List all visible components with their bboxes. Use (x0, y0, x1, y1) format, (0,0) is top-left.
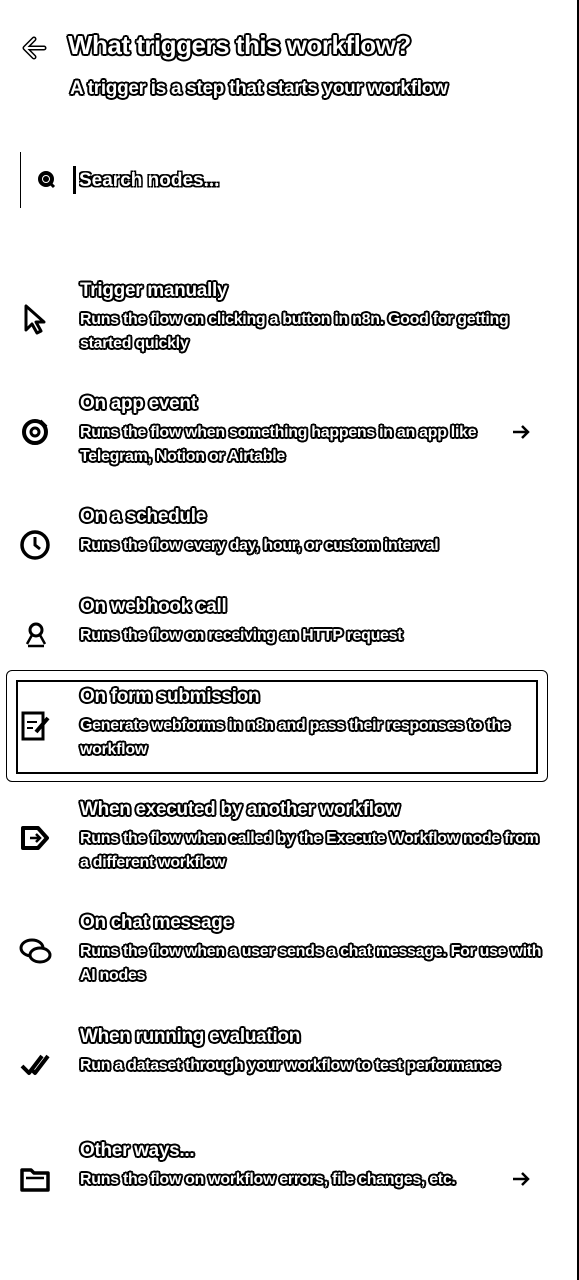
trigger-description: Runs the flow when a user sends a chat m… (80, 943, 542, 984)
check-double-icon (20, 1054, 50, 1075)
search-input[interactable] (77, 162, 481, 200)
cursor-icon (24, 304, 46, 335)
form-icon (21, 711, 50, 741)
trigger-description: Runs the flow on receiving an HTTP reque… (80, 627, 403, 644)
app-event-icon (22, 419, 48, 445)
chat-icon (19, 938, 52, 964)
trigger-description: Runs the flow every day, hour, or custom… (80, 537, 439, 554)
arrow-right-icon (513, 425, 530, 439)
trigger-item-on-webhook-call[interactable]: On webhook call Runs the flow on receivi… (8, 596, 544, 686)
page-title: What triggers this workflow? (68, 30, 411, 60)
clock-icon (20, 530, 50, 560)
trigger-title: On chat message (80, 912, 233, 933)
page-subtitle: A trigger is a step that starts your wor… (70, 78, 448, 99)
trigger-description: Runs the flow when something happens in … (80, 424, 477, 465)
trigger-item-on-chat-message[interactable]: On chat message Runs the flow when a use… (8, 912, 544, 1002)
trigger-title: Trigger manually (80, 280, 228, 301)
text-caret (73, 166, 76, 194)
folder-icon (20, 1168, 50, 1192)
arrow-right-icon (513, 1172, 530, 1186)
trigger-description: Run a dataset through your workflow to t… (80, 1057, 500, 1074)
trigger-description: Generate webforms in n8n and pass their … (80, 717, 510, 758)
trigger-item-when-executed-by-another-workflow[interactable]: When executed by another workflow Runs t… (8, 799, 544, 889)
trigger-item-other-ways[interactable]: Other ways... Runs the flow on workflow … (8, 1140, 544, 1230)
search-icon (38, 171, 56, 189)
trigger-item-when-running-evaluation[interactable]: When running evaluation Run a dataset th… (8, 1026, 544, 1116)
trigger-item-trigger-manually[interactable]: Trigger manually Runs the flow on clicki… (8, 280, 544, 370)
trigger-item-on-a-schedule[interactable]: On a schedule Runs the flow every day, h… (8, 506, 544, 596)
search-box[interactable] (20, 152, 545, 208)
trigger-title: When running evaluation (80, 1026, 301, 1047)
trigger-item-on-form-submission[interactable]: On form submission Generate webforms in … (8, 686, 544, 776)
execute-workflow-icon (21, 826, 49, 850)
trigger-title: On webhook call (80, 596, 227, 617)
trigger-item-on-app-event[interactable]: On app event Runs the flow when somethin… (8, 393, 544, 483)
trigger-description: Runs the flow when called by the Execute… (80, 830, 539, 871)
trigger-title: On form submission (80, 686, 260, 707)
back-arrow-icon[interactable] (20, 34, 48, 62)
trigger-title: On app event (80, 393, 197, 414)
trigger-description: Runs the flow on clicking a button in n8… (80, 311, 509, 352)
trigger-title: On a schedule (80, 506, 206, 527)
webhook-icon (25, 622, 47, 648)
trigger-title: When executed by another workflow (80, 799, 400, 820)
trigger-title: Other ways... (80, 1140, 195, 1161)
trigger-description: Runs the flow on workflow errors, file c… (80, 1171, 456, 1188)
